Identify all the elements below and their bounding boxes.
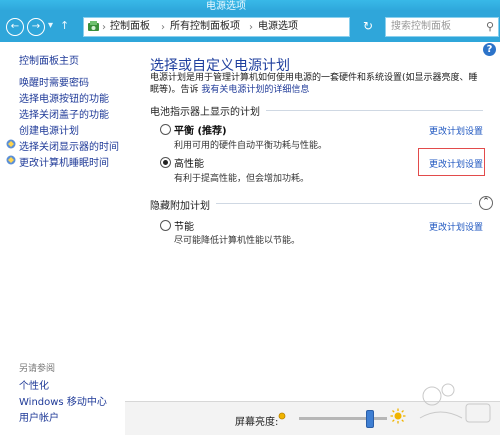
change-plan-settings-link[interactable]: 更改计划设置 [429,220,483,233]
plan-name[interactable]: 平衡 (推荐) [174,122,227,137]
breadcrumb-item[interactable]: 所有控制面板项 [170,18,240,36]
watermark-logo [419,383,491,423]
battery-section-title: 电池指示器上显示的计划 [150,103,266,118]
breadcrumb-item[interactable]: 电源选项 [258,18,298,36]
refresh-icon[interactable]: ↻ [363,19,373,33]
dim-sun-icon [278,412,286,420]
nav-display-off[interactable]: 选择关闭显示器的时间 [19,138,119,153]
sleep-icon [6,155,16,165]
description-text: 电源计划是用于管理计算机如何使用电源的一套硬件和系统设置(如显示器亮度、睡眠等)… [150,73,478,95]
bright-sun-icon [390,408,406,424]
power-plan-info-link[interactable]: 我有关电源计划的详细信息 [201,85,309,95]
change-plan-settings-link[interactable]: 更改计划设置 [429,157,483,170]
plan-radio-balanced[interactable] [160,124,171,135]
plan-name[interactable]: 高性能 [174,155,204,170]
forward-arrow-icon[interactable]: → [27,18,45,36]
nav-wake-password[interactable]: 唤醒时需要密码 [19,74,89,89]
address-toolbar: ← → ▾ ↑ › 控制面板 › 所有控制面板项 › 电源选项 ▾ ↻ 搜索控制… [0,10,500,42]
page-description: 电源计划是用于管理计算机如何使用电源的一套硬件和系统设置(如显示器亮度、睡眠等)… [150,72,485,96]
monitor-icon [6,139,16,149]
chevron-down-icon[interactable]: ▾ [48,20,53,31]
brightness-label: 屏幕亮度: [235,417,279,428]
collapse-chevron-icon[interactable]: ⌃ [479,196,493,210]
plan-description: 利用可用的硬件自动平衡功耗与性能。 [174,141,328,151]
plan-radio-power-saver[interactable] [160,220,171,231]
brightness-slider-thumb[interactable] [366,410,375,428]
help-icon[interactable]: ? [483,43,496,56]
search-input[interactable]: 搜索控制面板 ⚲ [385,17,499,37]
plan-name[interactable]: 节能 [174,218,194,233]
plan-description: 有利于提高性能，但会增加功耗。 [174,174,310,184]
address-bar[interactable]: › 控制面板 › 所有控制面板项 › 电源选项 ▾ [83,17,418,37]
window-title-strip: 电源选项 [0,0,500,12]
search-placeholder: 搜索控制面板 [391,21,451,32]
nav-create-plan[interactable]: 创建电源计划 [19,122,79,137]
nav-personalize[interactable]: 个性化 [19,377,49,392]
nav-power-button[interactable]: 选择电源按钮的功能 [19,90,109,105]
control-panel-icon [88,21,99,31]
nav-close-lid[interactable]: 选择关闭盖子的功能 [19,106,109,121]
left-nav-pane: 控制面板主页 唤醒时需要密码 选择电源按钮的功能 选择关闭盖子的功能 创建电源计… [0,42,125,434]
plan-radio-high-performance[interactable] [160,157,171,168]
nav-control-panel-home[interactable]: 控制面板主页 [19,52,79,67]
nav-user-accounts[interactable]: 用户帐户 [19,409,59,424]
up-arrow-icon[interactable]: ↑ [60,19,69,32]
nav-sleep-time[interactable]: 更改计算机睡眠时间 [19,154,109,169]
plan-description: 尽可能降低计算机性能以节能。 [174,236,301,246]
search-icon[interactable]: ⚲ [486,18,494,36]
see-also-title: 另请参阅 [19,364,56,374]
breadcrumb-item[interactable]: 控制面板 [110,18,150,36]
nav-mobility-center[interactable]: Windows 移动中心 [19,393,107,408]
back-arrow-icon[interactable]: ← [6,18,24,36]
breadcrumb-sep-icon: › [161,22,165,33]
breadcrumb-sep-icon: › [249,22,253,33]
breadcrumb-sep-icon: › [102,22,106,33]
change-plan-settings-link[interactable]: 更改计划设置 [429,124,483,137]
hidden-section-title[interactable]: 隐藏附加计划 [150,197,216,212]
